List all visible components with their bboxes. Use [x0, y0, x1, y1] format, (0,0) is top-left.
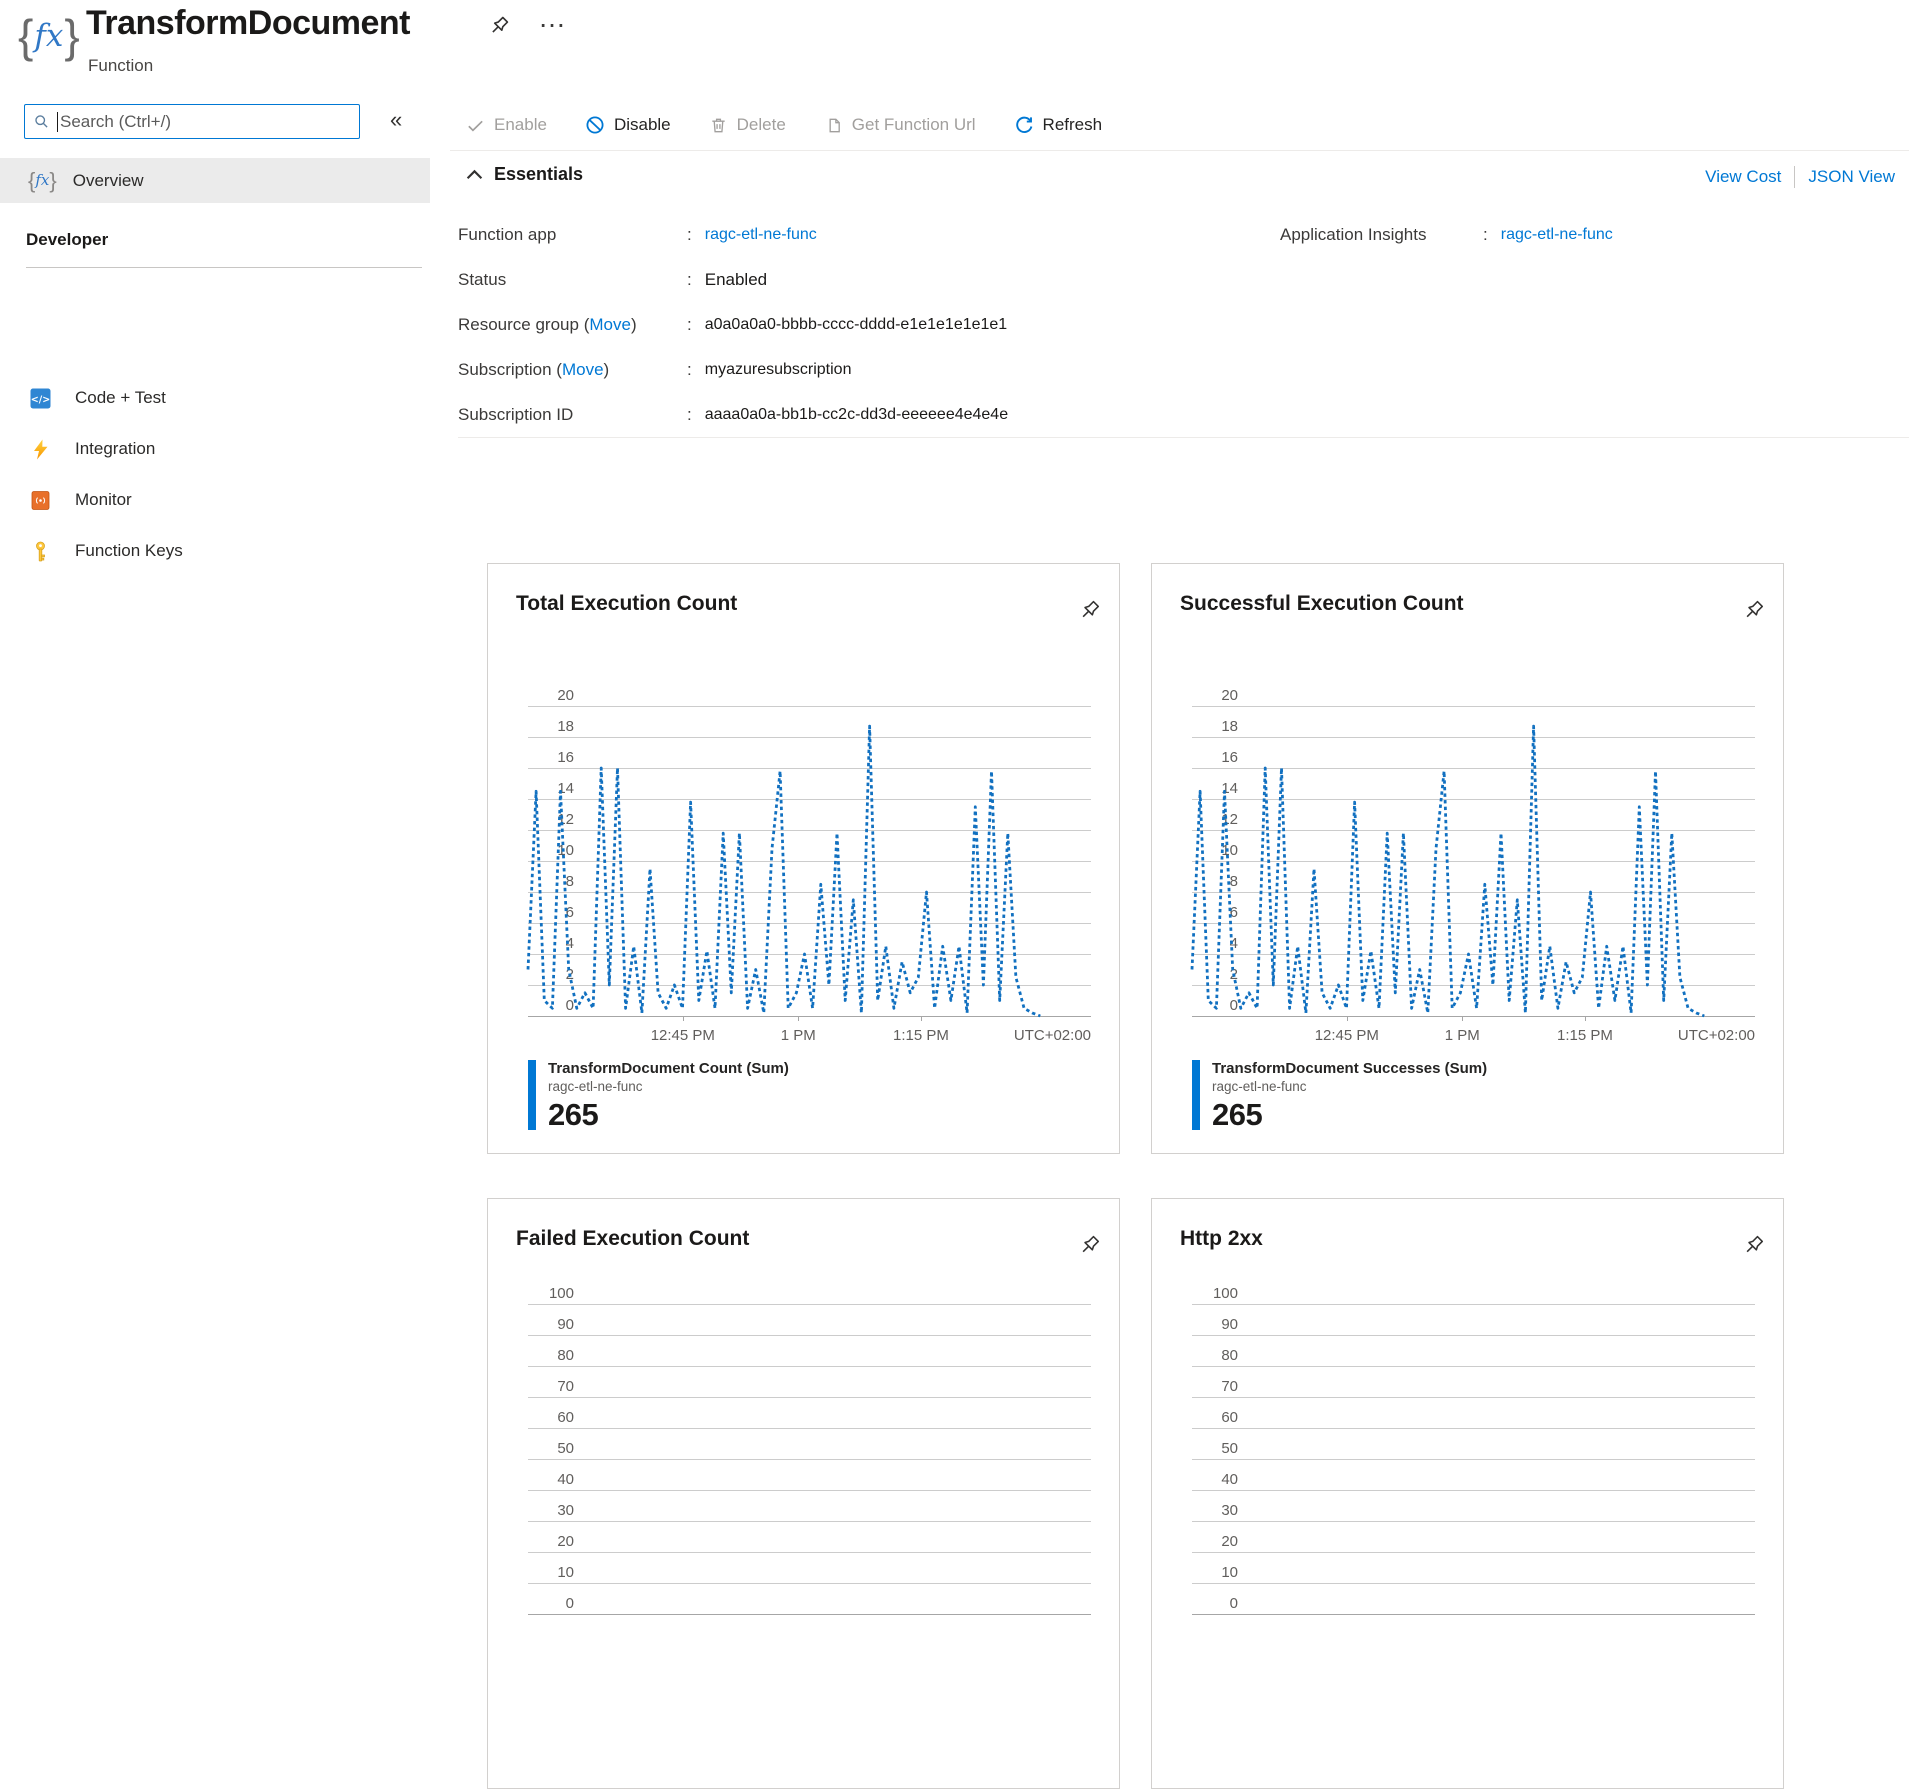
move-resource-group-link[interactable]: Move	[589, 315, 631, 334]
sidebar-item-monitor[interactable]: Monitor	[0, 480, 430, 520]
sidebar-item-label: Overview	[73, 171, 144, 191]
essentials-title: Essentials	[494, 164, 583, 185]
function-app-link[interactable]: ragc-etl-ne-func	[705, 226, 817, 244]
block-icon	[585, 115, 605, 135]
sidebar-item-label: Monitor	[75, 490, 132, 510]
status-value: Enabled	[705, 270, 767, 290]
sidebar-item-function-keys[interactable]: Function Keys	[0, 531, 430, 571]
check-icon	[466, 116, 485, 135]
command-bar: Enable Disable Delete Get Function Url R…	[450, 100, 1909, 151]
chevron-up-icon	[466, 169, 483, 180]
resource-group-value: a0a0a0a0-bbbb-cccc-dddd-e1e1e1e1e1e1	[705, 316, 1007, 334]
legend-color-bar	[1192, 1060, 1200, 1130]
essentials-links: View Cost JSON View	[1705, 166, 1895, 188]
refresh-button[interactable]: Refresh	[1014, 115, 1103, 135]
legend-total: 265	[1212, 1097, 1487, 1133]
subscription-value: myazuresubscription	[705, 361, 852, 379]
sidebar-search[interactable]	[24, 104, 360, 139]
essentials-collapse[interactable]: Essentials	[466, 164, 583, 185]
fx-icon: {fx}	[28, 170, 57, 192]
chart-legend: TransformDocument Successes (Sum) ragc-e…	[1192, 1060, 1487, 1133]
delete-button[interactable]: Delete	[709, 115, 786, 135]
divider	[458, 437, 1909, 438]
divider	[26, 267, 422, 268]
disable-button[interactable]: Disable	[585, 115, 671, 135]
trash-icon	[709, 116, 728, 135]
essentials-row-subscription-id: Subscription ID : aaaa0a0a-bb1b-cc2c-dd3…	[458, 392, 1008, 437]
pin-icon[interactable]	[1740, 598, 1767, 625]
enable-button[interactable]: Enable	[466, 115, 547, 135]
search-icon	[33, 113, 50, 130]
sidebar-item-code-test[interactable]: </> Code + Test	[0, 378, 430, 418]
legend-color-bar	[528, 1060, 536, 1130]
plot-area: 1009080706050403020100	[1192, 1304, 1755, 1674]
chart-card-http-2xx: Http 2xx 1009080706050403020100	[1151, 1198, 1784, 1789]
text-cursor	[57, 112, 58, 132]
sidebar-item-label: Function Keys	[75, 541, 183, 561]
essentials-left-column: Function app : ragc-etl-ne-func Status :…	[458, 212, 1008, 437]
chart-legend: TransformDocument Count (Sum) ragc-etl-n…	[528, 1060, 789, 1133]
refresh-icon	[1014, 115, 1034, 135]
page-subtitle: Function	[88, 56, 153, 76]
chart-card-total-execution-count: Total Execution Count 201816141210864201…	[487, 563, 1120, 1154]
chart-title: Successful Execution Count	[1180, 592, 1464, 616]
essentials-right-column: Application Insights : ragc-etl-ne-func	[1280, 212, 1613, 257]
sidebar-item-overview[interactable]: {fx} Overview	[0, 158, 430, 203]
plot-area: 2018161412108642012:45 PM1 PM1:15 PMUTC+…	[528, 706, 1091, 1076]
subscription-id-value: aaaa0a0a-bb1b-cc2c-dd3d-eeeeee4e4e4e	[705, 406, 1008, 424]
copy-link-icon	[824, 116, 843, 135]
application-insights-link[interactable]: ragc-etl-ne-func	[1501, 226, 1613, 244]
code-test-icon: </>	[30, 388, 51, 409]
pin-icon[interactable]	[1076, 598, 1103, 625]
get-function-url-button[interactable]: Get Function Url	[824, 115, 976, 135]
json-view-link[interactable]: JSON View	[1808, 167, 1895, 187]
pin-icon[interactable]	[1076, 1233, 1103, 1260]
search-input[interactable]	[60, 112, 359, 132]
integration-icon	[30, 439, 51, 460]
pin-icon[interactable]	[486, 14, 512, 40]
sidebar-item-label: Integration	[75, 439, 155, 459]
move-subscription-link[interactable]: Move	[562, 360, 604, 379]
function-fx-icon: {fx}	[18, 8, 80, 64]
chart-card-failed-execution-count: Failed Execution Count 10090807060504030…	[487, 1198, 1120, 1789]
sidebar: « {fx} Overview Developer </> Code + Tes…	[0, 100, 430, 1332]
function-keys-icon	[30, 541, 51, 562]
sidebar-item-integration[interactable]: Integration	[0, 429, 430, 469]
pin-icon[interactable]	[1740, 1233, 1767, 1260]
plot-area: 1009080706050403020100	[528, 1304, 1091, 1674]
essentials-row-status: Status : Enabled	[458, 257, 1008, 302]
svg-text:</>: </>	[31, 394, 50, 405]
legend-total: 265	[548, 1097, 789, 1133]
monitor-icon	[30, 490, 51, 511]
page-title: TransformDocument	[86, 4, 410, 43]
chart-card-successful-execution-count: Successful Execution Count 2018161412108…	[1151, 563, 1784, 1154]
essentials-row-application-insights: Application Insights : ragc-etl-ne-func	[1280, 212, 1613, 257]
view-cost-link[interactable]: View Cost	[1705, 167, 1781, 187]
azure-function-overview-page: { "strings": { "colon": ":", "open_paren…	[0, 0, 1909, 1332]
essentials-row-subscription: Subscription (Move) : myazuresubscriptio…	[458, 347, 1008, 392]
more-options-icon[interactable]: …	[538, 2, 568, 34]
essentials-row-function-app: Function app : ragc-etl-ne-func	[458, 212, 1008, 257]
chart-title: Total Execution Count	[516, 592, 737, 616]
sidebar-item-label: Code + Test	[75, 388, 166, 408]
chart-title: Failed Execution Count	[516, 1227, 749, 1251]
divider	[1794, 166, 1795, 188]
sidebar-section-developer: Developer	[26, 230, 108, 250]
collapse-sidebar-button[interactable]: «	[390, 107, 402, 133]
plot-area: 2018161412108642012:45 PM1 PM1:15 PMUTC+…	[1192, 706, 1755, 1076]
chart-title: Http 2xx	[1180, 1227, 1263, 1251]
essentials-row-resource-group: Resource group (Move) : a0a0a0a0-bbbb-cc…	[458, 302, 1008, 347]
